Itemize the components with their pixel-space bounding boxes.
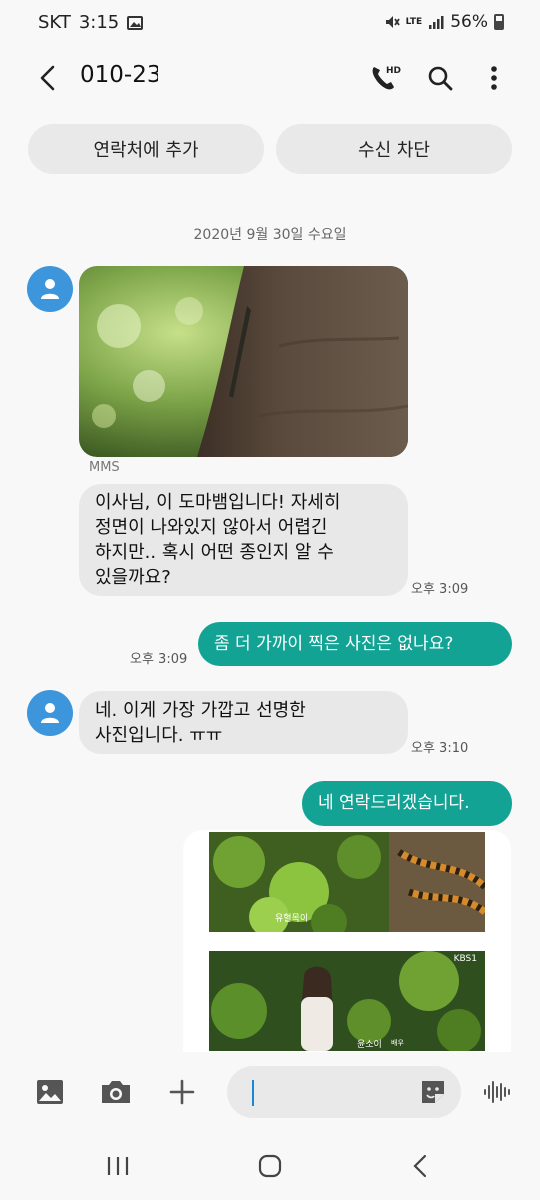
add-attachment-button[interactable] [162, 1072, 202, 1112]
search-button[interactable] [420, 58, 460, 98]
back-arrow-icon [40, 65, 55, 91]
snake-photo[interactable]: 유혈목이 [209, 832, 485, 932]
actress-image [209, 951, 485, 1051]
battery-percent: 56% [450, 12, 488, 32]
back-button[interactable] [30, 60, 66, 96]
more-options-button[interactable] [474, 58, 514, 98]
message-input[interactable] [227, 1066, 461, 1118]
incoming-message-1[interactable]: 이사님, 이 도마뱀입니다! 자세히 정면이 나와있지 않아서 어렵긴 하지만.… [79, 484, 408, 596]
actress-photo[interactable]: KBS1 윤소이 배우 [209, 951, 485, 1051]
status-time: 3:15 [78, 12, 120, 33]
photo-caption: 유혈목이 [275, 914, 309, 924]
recent-apps-button[interactable] [98, 1148, 138, 1184]
more-vert-icon [491, 66, 497, 90]
gallery-icon [37, 1080, 63, 1104]
message-timestamp: 오후 3:09 [411, 582, 469, 597]
lizard-photo [79, 266, 408, 457]
mms-label: MMS [89, 460, 120, 475]
recents-icon [107, 1157, 129, 1175]
message-composer [0, 1052, 540, 1134]
message-line: 사진입니다. ㅠㅠ [95, 725, 223, 746]
camera-icon [102, 1081, 130, 1103]
outgoing-message-1[interactable]: 좀 더 가까이 찍은 사진은 없나요? [198, 622, 512, 666]
search-icon [428, 66, 453, 91]
battery-icon [494, 14, 504, 30]
svg-text:HD: HD [386, 66, 401, 76]
person-icon [41, 703, 59, 723]
system-back-button[interactable] [400, 1148, 440, 1184]
camera-button[interactable] [96, 1072, 136, 1112]
conversation-header: 010-23 HD [0, 46, 540, 110]
status-left: SKT 3:15 [38, 12, 144, 33]
sticker-button[interactable] [419, 1078, 447, 1106]
contact-avatar[interactable] [27, 266, 73, 312]
text-cursor [252, 1080, 254, 1106]
block-number-button[interactable]: 수신 차단 [276, 124, 512, 174]
hd-call-icon: HD [372, 66, 401, 90]
call-button[interactable]: HD [364, 58, 404, 98]
status-right: LTE 56% [384, 12, 504, 32]
mute-icon [385, 16, 400, 28]
outgoing-message-2[interactable]: 네 연락드리겠습니다. [302, 781, 512, 826]
message-timestamp: 오후 3:09 [130, 652, 188, 667]
network-type: LTE [405, 16, 423, 27]
message-line: 네. 이게 가장 가깝고 선명한 [95, 700, 306, 721]
contact-avatar[interactable] [27, 690, 73, 736]
message-line: 하지만.. 혹시 어떤 종인지 알 수 [95, 542, 334, 563]
voice-wave-icon [484, 1081, 510, 1103]
carrier-label: SKT [38, 12, 71, 33]
mms-image-lizard[interactable] [79, 266, 408, 457]
broadcaster-logo: KBS1 [453, 954, 477, 964]
voice-record-button[interactable] [477, 1072, 517, 1112]
home-button[interactable] [250, 1148, 290, 1184]
message-line: 이사님, 이 도마뱀입니다! 자세히 [95, 492, 341, 513]
status-bar: SKT 3:15 LTE 56% [0, 0, 540, 46]
incoming-message-2[interactable]: 네. 이게 가장 가깝고 선명한 사진입니다. ㅠㅠ [79, 691, 408, 754]
photo-caption-role: 배우 [391, 1039, 404, 1047]
photo-caption: 윤소이 [357, 1040, 382, 1050]
outgoing-photo-attachment[interactable]: 유혈목이 KBS1 윤소이 배우 [183, 830, 511, 1052]
home-icon [258, 1154, 282, 1178]
system-navigation-bar [0, 1134, 540, 1200]
contact-number: 010-23 [80, 62, 158, 88]
gallery-button[interactable] [30, 1072, 70, 1112]
sticker-icon [422, 1081, 444, 1103]
signal-icon [429, 16, 444, 29]
message-line: 있을까요? [95, 567, 171, 588]
date-separator: 2020년 9월 30일 수요일 [193, 227, 347, 243]
person-icon [41, 279, 59, 299]
add-contact-button[interactable]: 연락처에 추가 [28, 124, 264, 174]
message-timestamp: 오후 3:10 [411, 741, 469, 756]
image-notification-icon [127, 15, 144, 30]
message-line: 정면이 나와있지 않아서 어렵긴 [95, 517, 328, 538]
plus-icon [169, 1079, 195, 1105]
snake-image [209, 832, 485, 932]
back-chevron-icon [413, 1154, 427, 1178]
